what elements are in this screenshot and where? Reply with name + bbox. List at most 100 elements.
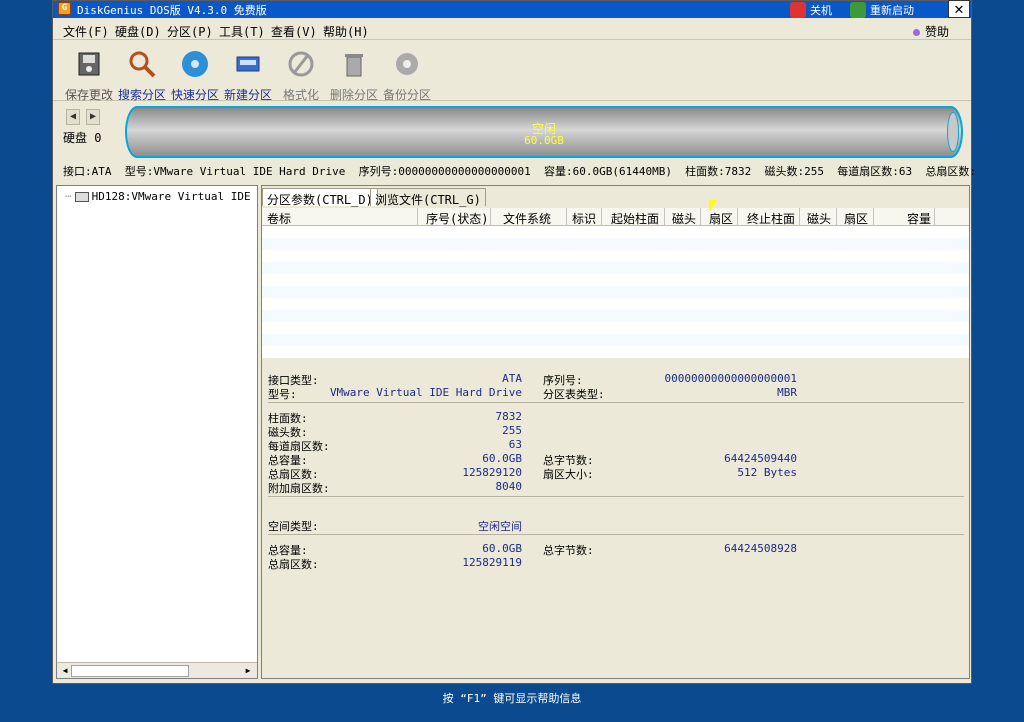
sector-size-label: 扇区大小: [543,468,594,481]
col-end-sector[interactable]: 扇区 [844,210,868,227]
partition-table: 卷标 序号(状态) 文件系统 标识 起始柱面 磁头 扇区 终止柱面 磁头 扇区 [262,208,969,358]
tab-partition-params[interactable]: 分区参数(CTRL_D) [262,188,378,207]
col-filesystem[interactable]: 文件系统 [503,210,551,227]
search-icon [129,51,156,78]
serial-value: 00000000000000000001 [664,372,797,385]
save-changes-label: 保存更改 [64,88,113,102]
model-label: 型号: [268,388,297,401]
menu-partition[interactable]: 分区(P) [167,23,213,40]
space-type-label: 空间类型: [268,520,319,533]
trash-icon [345,54,363,77]
col-id[interactable]: 标识 [572,210,596,227]
hard-disk-icon [74,191,89,202]
window-title: DiskGenius DOS版 V4.3.0 免费版 [77,4,267,17]
sponsor-label: 赞助 [924,25,949,39]
disk-panel: ◀ ▶ 硬盘 0 空闲 60.0GB [53,103,971,165]
free-sectors-label: 总扇区数: [268,558,319,571]
power-icon [790,1,806,18]
new-partition-label: 新建分区 [223,88,272,102]
partition-table-type-label: 分区表类型: [543,388,605,401]
col-capacity[interactable]: 容量 [907,210,931,227]
disk-icon [182,51,208,77]
backup-partition-button[interactable]: 备份分区 [377,49,437,103]
delete-partition-button[interactable]: 删除分区 [324,49,384,103]
menu-bar: 文件(F) 硬盘(D) 分区(P) 工具(T) 查看(V) 帮助(H) 赞助 [53,19,971,40]
tree-item-disk[interactable]: ┄ HD128:VMware Virtual IDE Ha [65,190,258,203]
delete-partition-label: 删除分区 [329,88,378,102]
space-type-value: 空闲空间 [478,520,522,533]
scroll-right-icon[interactable]: ▶ [242,665,254,677]
disk-tree-pane: ┄ HD128:VMware Virtual IDE Ha ◀ ▶ [56,185,258,679]
col-end-head[interactable]: 磁头 [807,210,831,227]
toolbar: 保存更改 搜索分区 快速分区 新建分区 格式化 删除分区 备份分区 [53,41,971,103]
cylinders-value: 7832 [495,410,523,423]
scroll-left-icon[interactable]: ◀ [59,665,71,677]
backup-icon [396,53,418,75]
menu-file[interactable]: 文件(F) [63,23,109,40]
disk-map-bar[interactable]: 空闲 60.0GB [125,106,963,158]
col-end-cylinder[interactable]: 终止柱面 [747,210,795,227]
total-bytes-value: 64424509440 [724,452,797,465]
prev-disk-button[interactable]: ◀ [66,109,80,125]
save-changes-button[interactable]: 保存更改 [59,49,119,103]
disk-info-line: 接口:ATA 型号:VMware Virtual IDE Hard Drive … [63,165,977,178]
partition-pane: 分区参数(CTRL_D) 浏览文件(CTRL_G) 卷标 序号(状态) 文件系统… [261,185,970,679]
quick-partition-button[interactable]: 快速分区 [165,49,225,103]
tree-item-label: HD128:VMware Virtual IDE Ha [91,190,258,203]
extra-sectors-value: 8040 [495,480,523,493]
reboot-label: 重新启动 [870,3,914,17]
title-bar: G DiskGenius DOS版 V4.3.0 免费版 关机 重新启动 ✕ [53,0,971,18]
sponsor-link[interactable]: 赞助 [912,23,949,40]
horizontal-scrollbar[interactable]: ◀ ▶ [57,662,257,678]
heads-value: 255 [502,424,522,437]
table-header: 卷标 序号(状态) 文件系统 标识 起始柱面 磁头 扇区 终止柱面 磁头 扇区 [262,208,969,226]
main-window: G DiskGenius DOS版 V4.3.0 免费版 关机 重新启动 ✕ 文… [52,0,976,684]
partition-table-type-value: MBR [777,386,797,399]
close-button[interactable]: ✕ [948,0,970,18]
iface-type-value: ATA [502,372,522,385]
tab-browse-files[interactable]: 浏览文件(CTRL_G) [370,188,486,207]
menu-tools[interactable]: 工具(T) [219,23,265,40]
total-capacity-value: 60.0GB [482,452,522,465]
backup-partition-label: 备份分区 [382,88,431,102]
shutdown-button[interactable]: 关机 [790,1,832,18]
disk-label: 硬盘 0 [63,131,102,145]
new-partition-button[interactable]: 新建分区 [218,49,278,103]
free-bytes-value: 64424508928 [724,542,797,555]
app-icon: G [58,2,71,15]
col-index[interactable]: 序号(状态) [426,210,488,227]
search-partition-button[interactable]: 搜索分区 [112,49,172,103]
format-icon [288,51,314,77]
tab-bar: 分区参数(CTRL_D) 浏览文件(CTRL_G) [262,186,969,208]
tree-connector: ┄ [65,190,72,203]
menu-view[interactable]: 查看(V) [271,23,317,40]
col-volume-label[interactable]: 卷标 [267,210,291,227]
quick-partition-label: 快速分区 [170,88,219,102]
sector-size-value: 512 Bytes [737,466,797,479]
col-start-cylinder[interactable]: 起始柱面 [611,210,659,227]
menu-help[interactable]: 帮助(H) [323,23,369,40]
total-sectors-value: 125829120 [462,466,522,479]
search-partition-label: 搜索分区 [117,88,166,102]
shutdown-label: 关机 [810,3,832,17]
format-label: 格式化 [282,88,319,102]
scroll-thumb[interactable] [71,665,189,677]
new-partition-icon [236,56,260,72]
next-disk-button[interactable]: ▶ [86,109,100,125]
reboot-button[interactable]: 重新启动 [850,1,914,18]
sectors-per-track-value: 63 [508,438,522,451]
sponsor-icon [912,29,920,36]
restart-icon [850,1,866,18]
col-start-sector[interactable]: 扇区 [709,210,733,227]
save-icon [78,52,100,76]
status-bar: 按 “F1” 键可显示帮助信息 [442,692,582,705]
col-start-head[interactable]: 磁头 [672,210,696,227]
extra-sectors-label: 附加扇区数: [268,482,330,495]
mouse-cursor-icon [709,200,717,212]
format-button[interactable]: 格式化 [271,49,331,103]
free-sectors-value: 125829119 [462,556,522,569]
menu-disk[interactable]: 硬盘(D) [115,23,161,40]
free-capacity-value: 60.0GB [482,542,522,555]
free-bytes-label: 总字节数: [543,544,594,557]
free-space-size: 60.0GB [524,134,564,147]
